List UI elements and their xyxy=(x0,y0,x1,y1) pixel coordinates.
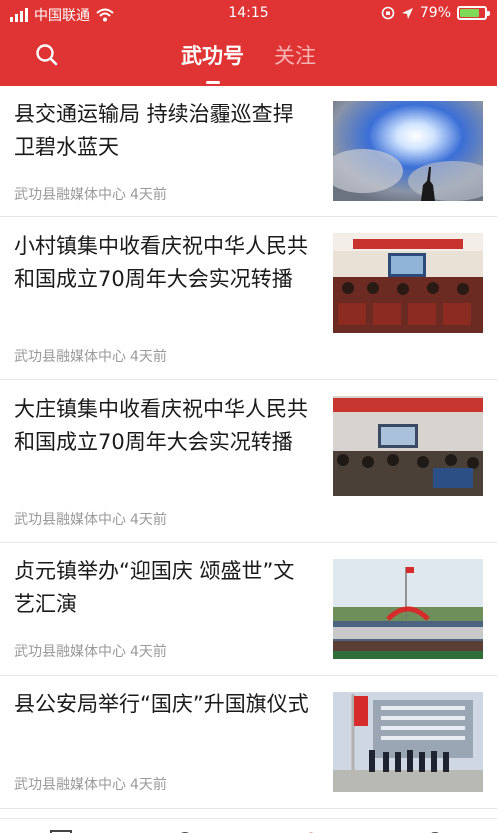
news-meta: 武功县融媒体中心 4天前 xyxy=(14,774,167,794)
profile-tab-icon[interactable] xyxy=(424,829,446,833)
news-item[interactable]: 县公安局举行“国庆”升国旗仪式 武功县融媒体中心 4天前 xyxy=(0,676,497,809)
news-source: 武功县融媒体中心 xyxy=(14,187,126,203)
discover-tab-icon[interactable] xyxy=(174,829,196,833)
news-source: 武功县融媒体中心 xyxy=(14,644,126,660)
news-time: 4天前 xyxy=(130,512,167,528)
bottom-tab-bar xyxy=(0,818,497,833)
news-thumbnail-meeting-hall xyxy=(333,233,483,333)
location-icon xyxy=(401,7,413,19)
news-item[interactable]: 贞元镇举办“迎国庆 颂盛世”文艺汇演 武功县融媒体中心 4天前 xyxy=(0,543,497,676)
wugonghao-tab-icon[interactable] xyxy=(300,829,322,833)
battery-percent: 79% xyxy=(419,5,451,21)
news-time: 4天前 xyxy=(130,644,167,660)
news-title: 小村镇集中收看庆祝中华人民共和国成立70周年大会实况转播 xyxy=(14,234,308,291)
tab-following[interactable]: 关注 xyxy=(274,40,316,80)
news-feed: 县交通运输局 持续治霾巡查捍卫碧水蓝天 武功县融媒体中心 4天前 小村镇集中收看… xyxy=(0,86,497,809)
news-item[interactable]: 县交通运输局 持续治霾巡查捍卫碧水蓝天 武功县融媒体中心 4天前 xyxy=(0,86,497,217)
news-title: 大庄镇集中收看庆祝中华人民共和国成立70周年大会实况转播 xyxy=(14,397,308,454)
channel-tabs: 武功号 关注 xyxy=(0,40,497,80)
battery-icon xyxy=(457,6,490,20)
news-time: 4天前 xyxy=(130,187,167,203)
news-thumbnail-meeting-room xyxy=(333,396,483,496)
orientation-lock-icon xyxy=(381,6,395,20)
news-time: 4天前 xyxy=(130,777,167,793)
status-bar: 中国联通 14:15 79% xyxy=(0,0,497,28)
news-source: 武功县融媒体中心 xyxy=(14,777,126,793)
news-thumbnail-performance xyxy=(333,559,483,659)
news-meta: 武功县融媒体中心 4天前 xyxy=(14,184,167,204)
news-source: 武功县融媒体中心 xyxy=(14,512,126,528)
news-thumbnail-sky xyxy=(333,101,483,201)
home-tab-icon[interactable] xyxy=(50,829,72,833)
news-title: 县公安局举行“国庆”升国旗仪式 xyxy=(14,692,309,716)
news-item[interactable]: 大庄镇集中收看庆祝中华人民共和国成立70周年大会实况转播 武功县融媒体中心 4天前 xyxy=(0,380,497,543)
news-title: 县交通运输局 持续治霾巡查捍卫碧水蓝天 xyxy=(14,102,294,159)
news-meta: 武功县融媒体中心 4天前 xyxy=(14,509,167,529)
news-thumbnail-flag-raising xyxy=(333,692,483,792)
news-title: 贞元镇举办“迎国庆 颂盛世”文艺汇演 xyxy=(14,559,295,616)
news-source: 武功县融媒体中心 xyxy=(14,349,126,365)
top-header: 中国联通 14:15 79% 武功号 关注 xyxy=(0,0,497,86)
news-time: 4天前 xyxy=(130,349,167,365)
news-meta: 武功县融媒体中心 4天前 xyxy=(14,346,167,366)
tab-wugonghao[interactable]: 武功号 xyxy=(181,40,244,80)
news-item[interactable]: 小村镇集中收看庆祝中华人民共和国成立70周年大会实况转播 武功县融媒体中心 4天前 xyxy=(0,217,497,380)
news-meta: 武功县融媒体中心 4天前 xyxy=(14,641,167,661)
